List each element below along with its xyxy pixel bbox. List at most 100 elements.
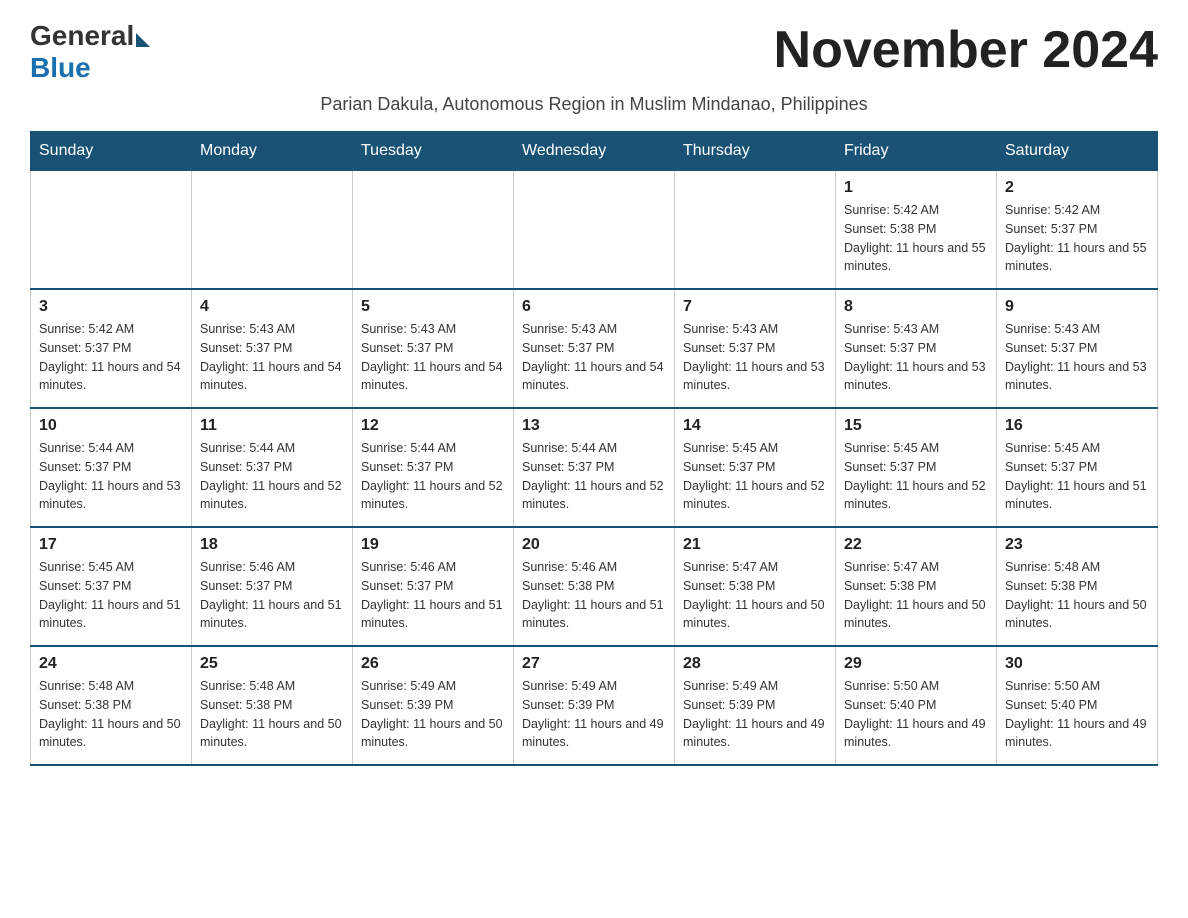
day-number: 8 (844, 298, 988, 316)
day-number: 13 (522, 417, 666, 435)
day-number: 21 (683, 536, 827, 554)
day-number: 23 (1005, 536, 1149, 554)
logo-general-text: General (30, 20, 134, 52)
header-friday: Friday (836, 132, 997, 171)
day-info: Sunrise: 5:44 AM Sunset: 5:37 PM Dayligh… (522, 439, 666, 514)
calendar-cell: 15Sunrise: 5:45 AM Sunset: 5:37 PM Dayli… (836, 408, 997, 527)
day-info: Sunrise: 5:44 AM Sunset: 5:37 PM Dayligh… (39, 439, 183, 514)
logo-arrow-icon (136, 33, 150, 47)
day-number: 17 (39, 536, 183, 554)
calendar-cell: 27Sunrise: 5:49 AM Sunset: 5:39 PM Dayli… (514, 646, 675, 765)
calendar-cell: 20Sunrise: 5:46 AM Sunset: 5:38 PM Dayli… (514, 527, 675, 646)
calendar-cell: 1 Sunrise: 5:42 AM Sunset: 5:38 PM Daylig… (836, 171, 997, 290)
week-row-5: 24 Sunrise: 5:48 AM Sunset: 5:38 PM Dayli… (31, 646, 1158, 765)
logo: General Blue (30, 20, 150, 84)
calendar-cell: 8 Sunrise: 5:43 AM Sunset: 5:37 PM Daylig… (836, 289, 997, 408)
week-row-3: 10 Sunrise: 5:44 AM Sunset: 5:37 PM Dayli… (31, 408, 1158, 527)
day-info: Sunrise: 5:45 AM Sunset: 5:37 PM Dayligh… (1005, 439, 1149, 514)
week-row-2: 3 Sunrise: 5:42 AM Sunset: 5:37 PM Daylig… (31, 289, 1158, 408)
day-info: Sunrise: 5:43 AM Sunset: 5:37 PM Dayligh… (844, 320, 988, 395)
calendar-cell: 21 Sunrise: 5:47 AM Sunset: 5:38 PM Dayli… (675, 527, 836, 646)
day-info: Sunrise: 5:44 AM Sunset: 5:37 PM Dayligh… (200, 439, 344, 514)
day-number: 7 (683, 298, 827, 316)
day-number: 10 (39, 417, 183, 435)
day-info: Sunrise: 5:49 AM Sunset: 5:39 PM Dayligh… (361, 677, 505, 752)
day-number: 5 (361, 298, 505, 316)
calendar-cell: 28 Sunrise: 5:49 AM Sunset: 5:39 PM Dayli… (675, 646, 836, 765)
day-number: 14 (683, 417, 827, 435)
calendar-cell (675, 171, 836, 290)
calendar-cell: 22 Sunrise: 5:47 AM Sunset: 5:38 PM Dayli… (836, 527, 997, 646)
calendar-cell: 14 Sunrise: 5:45 AM Sunset: 5:37 PM Dayli… (675, 408, 836, 527)
day-info: Sunrise: 5:43 AM Sunset: 5:37 PM Dayligh… (522, 320, 666, 395)
day-number: 15 (844, 417, 988, 435)
day-info: Sunrise: 5:43 AM Sunset: 5:37 PM Dayligh… (683, 320, 827, 395)
day-info: Sunrise: 5:46 AM Sunset: 5:37 PM Dayligh… (200, 558, 344, 633)
day-info: Sunrise: 5:50 AM Sunset: 5:40 PM Dayligh… (1005, 677, 1149, 752)
calendar-cell: 16Sunrise: 5:45 AM Sunset: 5:37 PM Dayli… (997, 408, 1158, 527)
day-info: Sunrise: 5:47 AM Sunset: 5:38 PM Dayligh… (683, 558, 827, 633)
day-info: Sunrise: 5:43 AM Sunset: 5:37 PM Dayligh… (200, 320, 344, 395)
calendar-cell: 13 Sunrise: 5:44 AM Sunset: 5:37 PM Dayli… (514, 408, 675, 527)
calendar-cell: 29Sunrise: 5:50 AM Sunset: 5:40 PM Dayli… (836, 646, 997, 765)
calendar-cell: 24 Sunrise: 5:48 AM Sunset: 5:38 PM Dayli… (31, 646, 192, 765)
day-info: Sunrise: 5:42 AM Sunset: 5:37 PM Dayligh… (39, 320, 183, 395)
calendar-cell (192, 171, 353, 290)
day-info: Sunrise: 5:50 AM Sunset: 5:40 PM Dayligh… (844, 677, 988, 752)
calendar-cell: 10 Sunrise: 5:44 AM Sunset: 5:37 PM Dayli… (31, 408, 192, 527)
day-info: Sunrise: 5:42 AM Sunset: 5:38 PM Dayligh… (844, 201, 988, 276)
calendar-cell: 3 Sunrise: 5:42 AM Sunset: 5:37 PM Daylig… (31, 289, 192, 408)
day-number: 1 (844, 179, 988, 197)
calendar-cell: 6Sunrise: 5:43 AM Sunset: 5:37 PM Daylig… (514, 289, 675, 408)
day-info: Sunrise: 5:47 AM Sunset: 5:38 PM Dayligh… (844, 558, 988, 633)
day-info: Sunrise: 5:46 AM Sunset: 5:38 PM Dayligh… (522, 558, 666, 633)
day-number: 3 (39, 298, 183, 316)
calendar-cell: 5Sunrise: 5:43 AM Sunset: 5:37 PM Daylig… (353, 289, 514, 408)
day-info: Sunrise: 5:49 AM Sunset: 5:39 PM Dayligh… (683, 677, 827, 752)
calendar-cell: 12 Sunrise: 5:44 AM Sunset: 5:37 PM Dayli… (353, 408, 514, 527)
calendar-cell (514, 171, 675, 290)
header-tuesday: Tuesday (353, 132, 514, 171)
calendar-cell: 4 Sunrise: 5:43 AM Sunset: 5:37 PM Daylig… (192, 289, 353, 408)
day-number: 28 (683, 655, 827, 673)
header-sunday: Sunday (31, 132, 192, 171)
day-info: Sunrise: 5:46 AM Sunset: 5:37 PM Dayligh… (361, 558, 505, 633)
calendar-cell: 7 Sunrise: 5:43 AM Sunset: 5:37 PM Daylig… (675, 289, 836, 408)
header-thursday: Thursday (675, 132, 836, 171)
header-saturday: Saturday (997, 132, 1158, 171)
calendar-table: SundayMondayTuesdayWednesdayThursdayFrid… (30, 131, 1158, 766)
day-number: 24 (39, 655, 183, 673)
day-number: 18 (200, 536, 344, 554)
calendar-cell: 23 Sunrise: 5:48 AM Sunset: 5:38 PM Dayli… (997, 527, 1158, 646)
calendar-cell: 2 Sunrise: 5:42 AM Sunset: 5:37 PM Daylig… (997, 171, 1158, 290)
calendar-cell: 11 Sunrise: 5:44 AM Sunset: 5:37 PM Dayli… (192, 408, 353, 527)
day-number: 30 (1005, 655, 1149, 673)
day-info: Sunrise: 5:42 AM Sunset: 5:37 PM Dayligh… (1005, 201, 1149, 276)
day-number: 22 (844, 536, 988, 554)
calendar-cell (353, 171, 514, 290)
day-info: Sunrise: 5:48 AM Sunset: 5:38 PM Dayligh… (200, 677, 344, 752)
header-wednesday: Wednesday (514, 132, 675, 171)
week-row-4: 17 Sunrise: 5:45 AM Sunset: 5:37 PM Dayli… (31, 527, 1158, 646)
day-info: Sunrise: 5:48 AM Sunset: 5:38 PM Dayligh… (39, 677, 183, 752)
day-number: 11 (200, 417, 344, 435)
day-info: Sunrise: 5:43 AM Sunset: 5:37 PM Dayligh… (1005, 320, 1149, 395)
calendar-cell: 18 Sunrise: 5:46 AM Sunset: 5:37 PM Dayli… (192, 527, 353, 646)
day-number: 2 (1005, 179, 1149, 197)
day-number: 4 (200, 298, 344, 316)
calendar-cell: 17 Sunrise: 5:45 AM Sunset: 5:37 PM Dayli… (31, 527, 192, 646)
header-monday: Monday (192, 132, 353, 171)
month-title: November 2024 (774, 20, 1158, 80)
day-info: Sunrise: 5:48 AM Sunset: 5:38 PM Dayligh… (1005, 558, 1149, 633)
week-row-1: 1 Sunrise: 5:42 AM Sunset: 5:38 PM Daylig… (31, 171, 1158, 290)
day-number: 19 (361, 536, 505, 554)
calendar-cell: 19 Sunrise: 5:46 AM Sunset: 5:37 PM Dayli… (353, 527, 514, 646)
day-info: Sunrise: 5:45 AM Sunset: 5:37 PM Dayligh… (683, 439, 827, 514)
day-number: 9 (1005, 298, 1149, 316)
page-header: General Blue November 2024 (30, 20, 1158, 84)
logo-blue-text: Blue (30, 52, 91, 84)
day-info: Sunrise: 5:44 AM Sunset: 5:37 PM Dayligh… (361, 439, 505, 514)
day-info: Sunrise: 5:45 AM Sunset: 5:37 PM Dayligh… (39, 558, 183, 633)
day-number: 12 (361, 417, 505, 435)
calendar-cell: 30 Sunrise: 5:50 AM Sunset: 5:40 PM Dayli… (997, 646, 1158, 765)
